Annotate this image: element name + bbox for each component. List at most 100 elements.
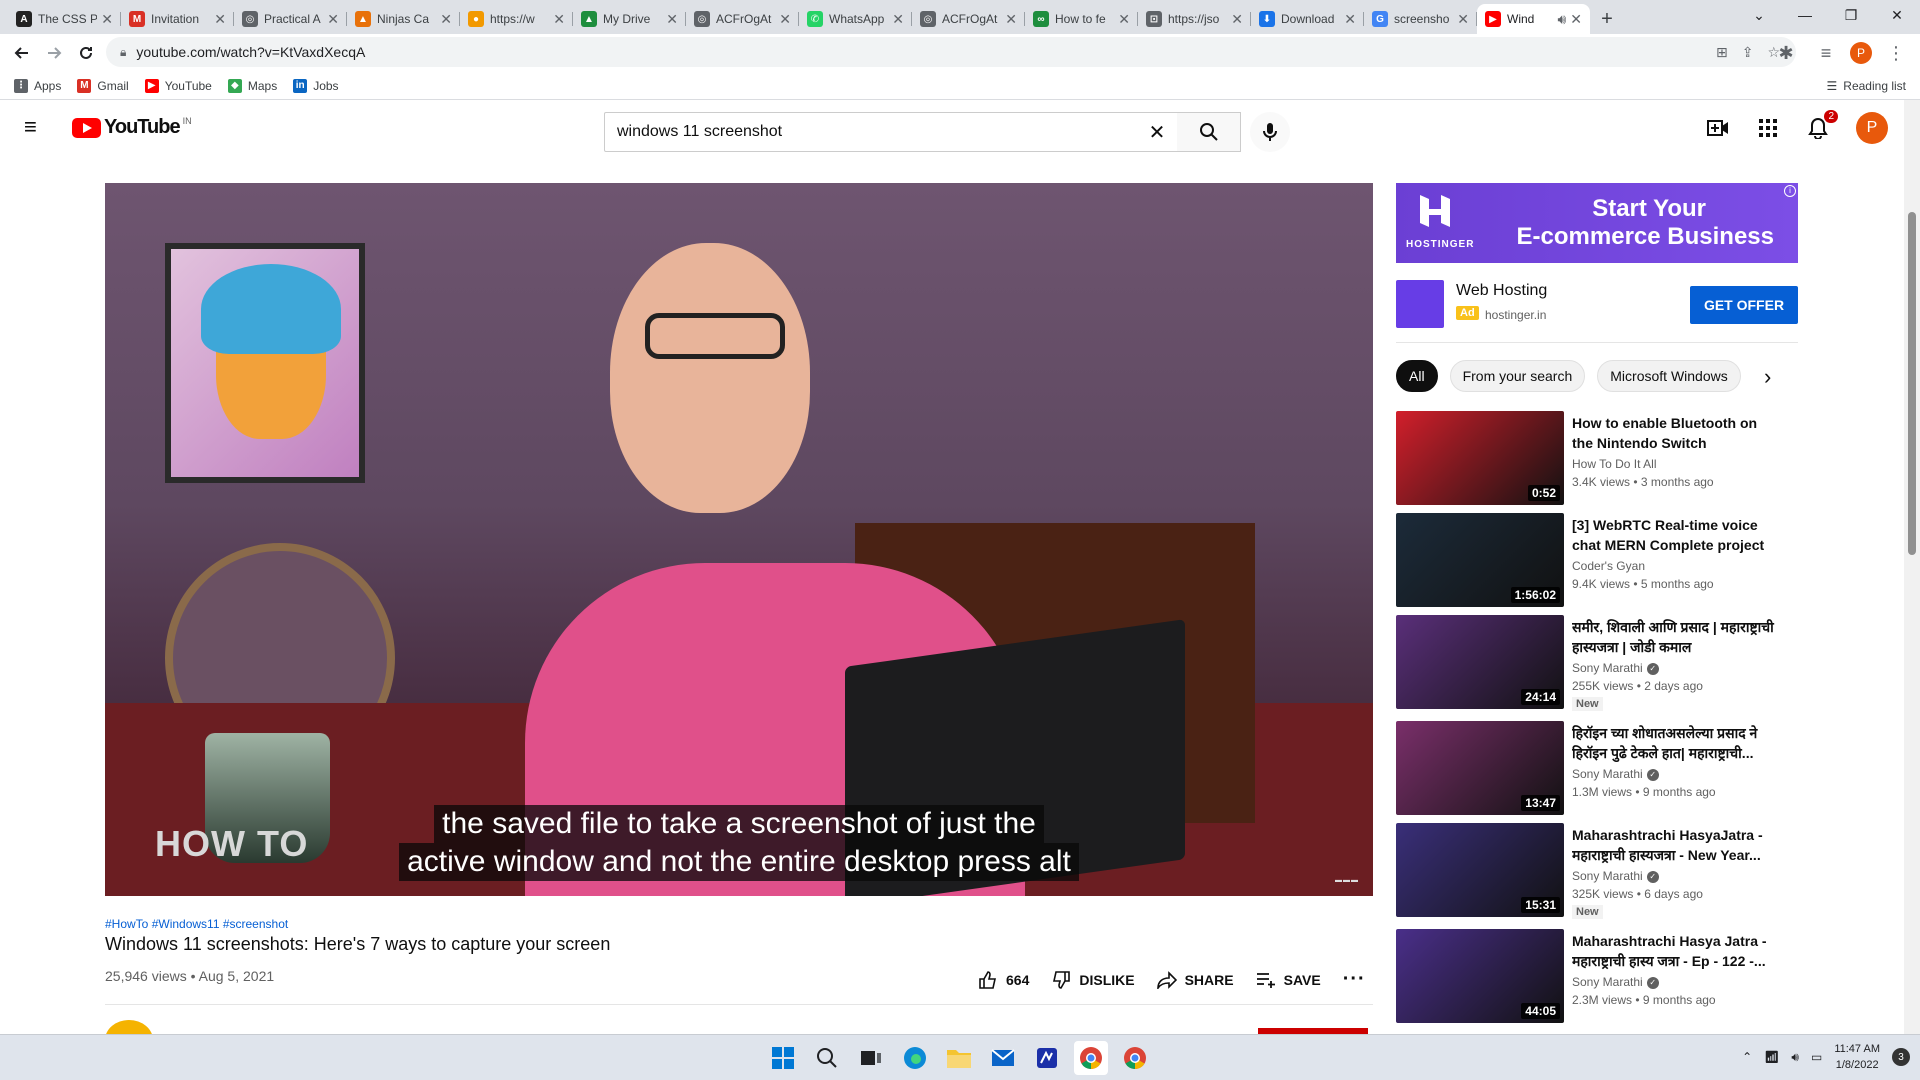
video-hashtags[interactable]: #HowTo #Windows11 #screenshot: [105, 917, 288, 931]
notification-center-badge[interactable]: 3: [1892, 1048, 1910, 1066]
ad-info-icon[interactable]: i: [1784, 185, 1796, 197]
tab-close-icon[interactable]: ✕: [892, 11, 904, 28]
related-video-title[interactable]: How to enable Bluetooth on the Nintendo …: [1572, 413, 1778, 453]
video-thumbnail[interactable]: 44:05: [1396, 929, 1564, 1023]
voice-search-button[interactable]: [1250, 112, 1290, 152]
bookmark-item[interactable]: ⋮ Apps: [14, 78, 61, 93]
search-button[interactable]: [1177, 112, 1241, 152]
ad-advertiser-icon[interactable]: [1396, 280, 1444, 328]
related-video-item[interactable]: 13:47 हिरॉइन च्या शोधातअसलेल्या प्रसाद ने…: [1396, 721, 1798, 815]
filter-chip[interactable]: From your search: [1449, 360, 1586, 392]
profile-avatar[interactable]: P: [1850, 42, 1872, 64]
tab-close-icon[interactable]: ✕: [666, 11, 678, 28]
bookmark-item[interactable]: M Gmail: [77, 78, 129, 93]
video-thumbnail[interactable]: 1:56:02: [1396, 513, 1564, 607]
bookmark-item[interactable]: ▶ YouTube: [144, 78, 212, 93]
tab-close-icon[interactable]: ✕: [553, 11, 565, 28]
tab-close-icon[interactable]: ✕: [779, 11, 791, 28]
apps-grid-icon[interactable]: [1756, 116, 1780, 140]
ad-banner[interactable]: HOSTINGER Start Your E-commerce Business: [1396, 183, 1798, 263]
browser-tab[interactable]: ⊡ https://jso ✕: [1138, 4, 1251, 34]
more-actions-icon[interactable]: ···: [1343, 968, 1366, 991]
tab-close-icon[interactable]: ✕: [440, 11, 452, 28]
minimize-button[interactable]: —: [1782, 0, 1828, 30]
create-video-icon[interactable]: [1706, 116, 1730, 140]
browser-tab[interactable]: ✆ WhatsApp ✕: [799, 4, 912, 34]
tab-close-icon[interactable]: ✕: [1231, 11, 1243, 28]
hamburger-menu-icon[interactable]: ≡: [24, 116, 48, 140]
like-button[interactable]: 664: [978, 970, 1029, 990]
browser-tab[interactable]: ⬇ Download ✕: [1251, 4, 1364, 34]
bookmark-item[interactable]: in Jobs: [293, 78, 339, 93]
chevron-right-icon[interactable]: ›: [1764, 364, 1771, 390]
clear-search-icon[interactable]: ✕: [1137, 120, 1177, 145]
tab-close-icon[interactable]: ✕: [101, 11, 113, 28]
notifications-bell-icon[interactable]: 2: [1806, 110, 1838, 140]
tab-close-icon[interactable]: ✕: [1457, 11, 1469, 28]
scrollbar-thumb[interactable]: [1908, 212, 1916, 555]
related-video-item[interactable]: 24:14 समीर, शिवाली आणि प्रसाद | महाराष्ट्…: [1396, 615, 1798, 711]
dislike-button[interactable]: DISLIKE: [1051, 970, 1135, 990]
video-player[interactable]: HOW TO the saved file to take a screensh…: [105, 183, 1373, 896]
video-thumbnail[interactable]: 13:47: [1396, 721, 1564, 815]
browser-tab[interactable]: Gscreensho ✕: [1364, 4, 1477, 34]
taskbar-search-button[interactable]: [810, 1041, 844, 1075]
share-page-icon[interactable]: ⇪: [1742, 44, 1754, 61]
tab-close-icon[interactable]: ✕: [1118, 11, 1130, 28]
restore-button[interactable]: ❐: [1828, 0, 1874, 30]
related-video-title[interactable]: Maharashtrachi Hasya Jatra - महाराष्ट्रा…: [1572, 931, 1778, 971]
tab-close-icon[interactable]: ✕: [1570, 11, 1582, 28]
filter-chip[interactable]: All: [1396, 360, 1438, 392]
bookmark-item[interactable]: ◆ Maps: [227, 78, 277, 93]
browser-tab[interactable]: M Invitation ✕: [121, 4, 234, 34]
share-button[interactable]: SHARE: [1156, 970, 1234, 989]
filter-chip[interactable]: Microsoft Windows: [1597, 360, 1741, 392]
related-video-title[interactable]: समीर, शिवाली आणि प्रसाद | महाराष्ट्राची …: [1572, 617, 1778, 657]
tab-audio-icon[interactable]: 🔊︎: [1557, 11, 1566, 28]
related-video-item[interactable]: 44:05 Maharashtrachi Hasya Jatra - महाराष…: [1396, 929, 1798, 1023]
address-bar[interactable]: 🔒︎ youtube.com/watch?v=KtVaxdXecqA ⊞ ⇪ ☆: [106, 37, 1796, 67]
browser-tab[interactable]: ◎ ACFrOgAt ✕: [912, 4, 1025, 34]
youtube-logo[interactable]: YouTube IN: [72, 116, 192, 139]
browser-tab[interactable]: ◎ Practical A ✕: [234, 4, 347, 34]
reading-list-button[interactable]: ☰ Reading list: [1827, 79, 1906, 93]
battery-icon[interactable]: ▭: [1811, 1050, 1822, 1064]
related-video-title[interactable]: Maharashtrachi HasyaJatra - महाराष्ट्राच…: [1572, 825, 1778, 865]
browser-tab[interactable]: ▲ My Drive ✕: [573, 4, 686, 34]
browser-tab[interactable]: ◎ ACFrOgAt ✕: [686, 4, 799, 34]
media-control-icon[interactable]: ≡: [1810, 37, 1842, 69]
related-channel[interactable]: How To Do It All: [1572, 457, 1656, 471]
related-video-item[interactable]: 15:31 Maharashtrachi HasyaJatra - महाराष्…: [1396, 823, 1798, 919]
edge-browser-button[interactable]: [898, 1041, 932, 1075]
tab-search-icon[interactable]: ⌄: [1736, 0, 1782, 30]
new-tab-button[interactable]: +: [1590, 4, 1624, 34]
browser-tab[interactable]: A The CSS P ✕: [8, 4, 121, 34]
get-offer-button[interactable]: GET OFFER: [1690, 286, 1798, 324]
video-thumbnail[interactable]: 24:14: [1396, 615, 1564, 709]
install-app-icon[interactable]: ⊞: [1716, 44, 1728, 61]
related-video-title[interactable]: [3] WebRTC Real-time voice chat MERN Com…: [1572, 515, 1778, 555]
related-channel[interactable]: Sony Marathi ✓: [1572, 767, 1659, 781]
start-button[interactable]: [766, 1041, 800, 1075]
account-avatar[interactable]: P: [1856, 112, 1888, 144]
page-scrollbar[interactable]: [1904, 100, 1920, 1034]
search-input[interactable]: windows 11 screenshot ✕: [604, 112, 1178, 152]
menu-kebab-icon[interactable]: ⋮: [1880, 37, 1912, 69]
browser-tab[interactable]: ∞ How to fe ✕: [1025, 4, 1138, 34]
volume-icon[interactable]: 🔊︎: [1791, 1050, 1799, 1065]
related-channel[interactable]: Sony Marathi ✓: [1572, 661, 1659, 675]
clock[interactable]: 11:47 AM 1/8/2022: [1834, 1041, 1880, 1073]
related-channel[interactable]: Sony Marathi ✓: [1572, 975, 1659, 989]
related-channel[interactable]: Coder's Gyan: [1572, 559, 1645, 573]
reload-button[interactable]: [70, 37, 102, 69]
extensions-icon[interactable]: ✱: [1770, 37, 1802, 69]
tab-close-icon[interactable]: ✕: [214, 11, 226, 28]
chevron-up-icon[interactable]: ⌃: [1742, 1050, 1752, 1064]
task-view-button[interactable]: [854, 1041, 888, 1075]
tab-close-icon[interactable]: ✕: [327, 11, 339, 28]
related-channel[interactable]: Sony Marathi ✓: [1572, 869, 1659, 883]
wifi-icon[interactable]: 📶︎: [1764, 1050, 1779, 1064]
subscribe-watermark[interactable]: ▬▬▬: [1335, 877, 1359, 884]
ad-title[interactable]: Web Hosting: [1456, 282, 1547, 300]
file-explorer-button[interactable]: [942, 1041, 976, 1075]
